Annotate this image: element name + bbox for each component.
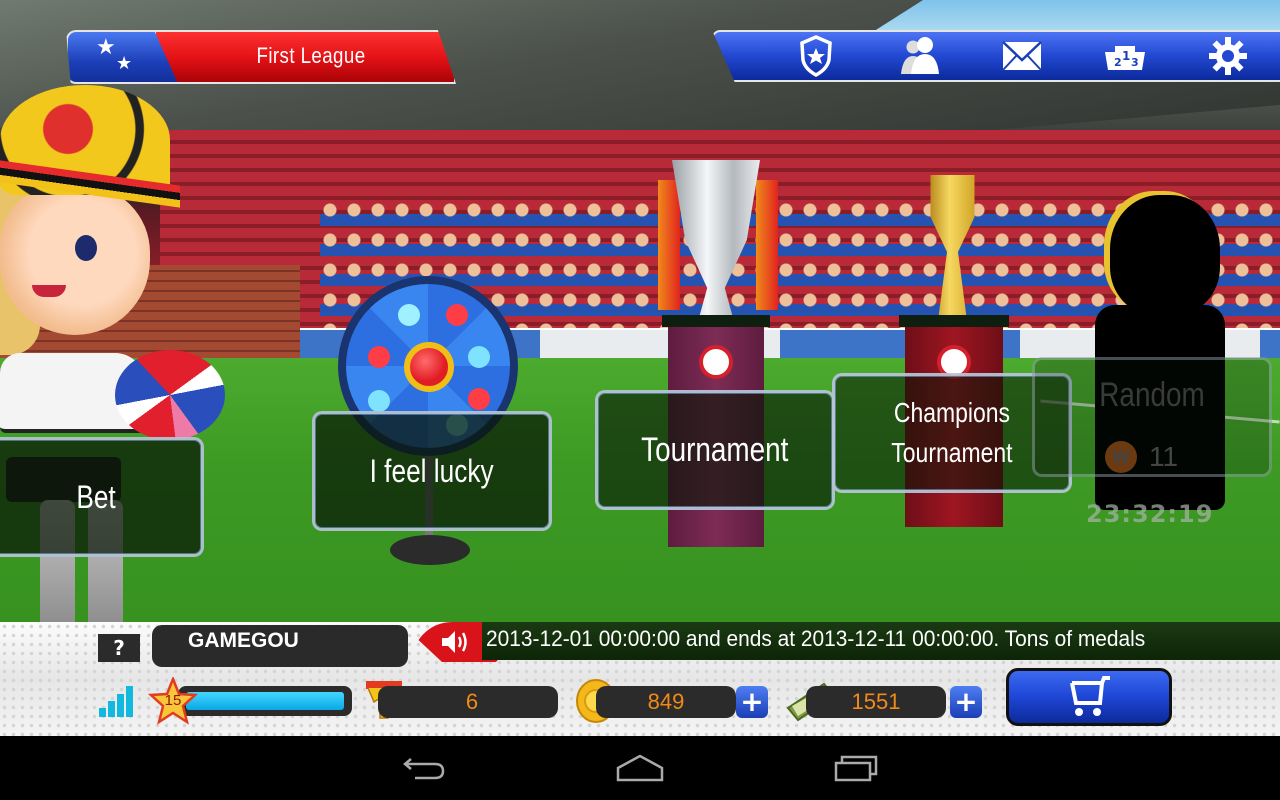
league-banner[interactable]: ★ ★ First League bbox=[66, 30, 456, 84]
friends-icon bbox=[900, 37, 939, 74]
friends-button[interactable] bbox=[867, 32, 970, 80]
trophy-ribbon bbox=[658, 180, 680, 310]
two-stars-icon: ★ ★ bbox=[96, 35, 133, 74]
home-icon bbox=[616, 754, 664, 782]
player-level: 15 bbox=[164, 692, 182, 709]
ticker-text: 2013-12-01 00:00:00 and ends at 2013-12-… bbox=[486, 626, 1146, 651]
cash-count: 1551 bbox=[806, 686, 946, 718]
wheel-hub bbox=[404, 342, 454, 392]
tournament-button[interactable]: Tournament bbox=[595, 390, 835, 510]
svg-text:3: 3 bbox=[1131, 56, 1139, 69]
recent-apps-button[interactable] bbox=[826, 750, 886, 786]
random-label: Random bbox=[1099, 376, 1205, 414]
random-button[interactable]: Random W 11 bbox=[1032, 357, 1272, 477]
random-wins: W 11 bbox=[1105, 436, 1178, 478]
top-nav-bar: 2 1 3 bbox=[712, 30, 1280, 82]
coin-count: 849 bbox=[596, 686, 736, 718]
player-name: GAMEGOU bbox=[152, 625, 408, 667]
bottom-hud: ? GAMEGOU 2013-12-01 00:00:00 and ends a… bbox=[0, 622, 1280, 736]
bet-button[interactable]: Bet bbox=[0, 437, 204, 557]
club-shield-icon bbox=[799, 35, 832, 77]
back-icon bbox=[403, 758, 445, 780]
mail-button[interactable] bbox=[970, 32, 1073, 80]
help-button[interactable]: ? bbox=[98, 634, 140, 662]
back-button[interactable] bbox=[394, 750, 454, 786]
svg-text:1: 1 bbox=[1122, 49, 1130, 63]
add-coins-button[interactable]: + bbox=[736, 686, 768, 718]
add-cash-button[interactable]: + bbox=[950, 686, 982, 718]
system-navigation-bar bbox=[0, 736, 1280, 800]
ranking-podium-icon: 2 1 3 bbox=[1105, 46, 1146, 70]
news-ticker: 2013-12-01 00:00:00 and ends at 2013-12-… bbox=[412, 622, 1280, 662]
xp-progress-fill bbox=[186, 692, 344, 710]
club-button[interactable] bbox=[764, 32, 867, 80]
settings-button[interactable] bbox=[1177, 32, 1280, 80]
home-button[interactable] bbox=[610, 750, 670, 786]
settings-gear-icon bbox=[1209, 37, 1248, 75]
shopping-cart-icon bbox=[1070, 676, 1110, 716]
xp-progress-bar bbox=[178, 686, 352, 716]
shop-button[interactable] bbox=[1006, 668, 1172, 726]
bet-label: Bet bbox=[76, 479, 116, 515]
trophy-count: 6 bbox=[378, 686, 558, 718]
svg-text:2: 2 bbox=[1114, 56, 1122, 69]
mail-icon bbox=[1002, 41, 1042, 71]
tournament-label: Tournament bbox=[641, 431, 789, 469]
wheel-base bbox=[390, 535, 470, 565]
ranking-button[interactable]: 2 1 3 bbox=[1074, 32, 1177, 80]
random-count: 11 bbox=[1149, 441, 1179, 472]
trophy-ribbon bbox=[756, 180, 778, 310]
speaker-icon[interactable] bbox=[440, 628, 470, 656]
i-feel-lucky-button[interactable]: I feel lucky bbox=[312, 411, 552, 531]
champions-label: Champions Tournament bbox=[891, 397, 1013, 468]
pompom bbox=[115, 350, 225, 440]
recent-apps-icon bbox=[834, 755, 878, 782]
signal-strength-icon bbox=[99, 686, 133, 717]
lucky-label: I feel lucky bbox=[370, 453, 494, 489]
league-title: First League bbox=[256, 43, 366, 68]
win-badge-icon: W bbox=[1105, 441, 1137, 473]
random-cooldown-timer: 23:32:19 bbox=[1086, 500, 1214, 528]
